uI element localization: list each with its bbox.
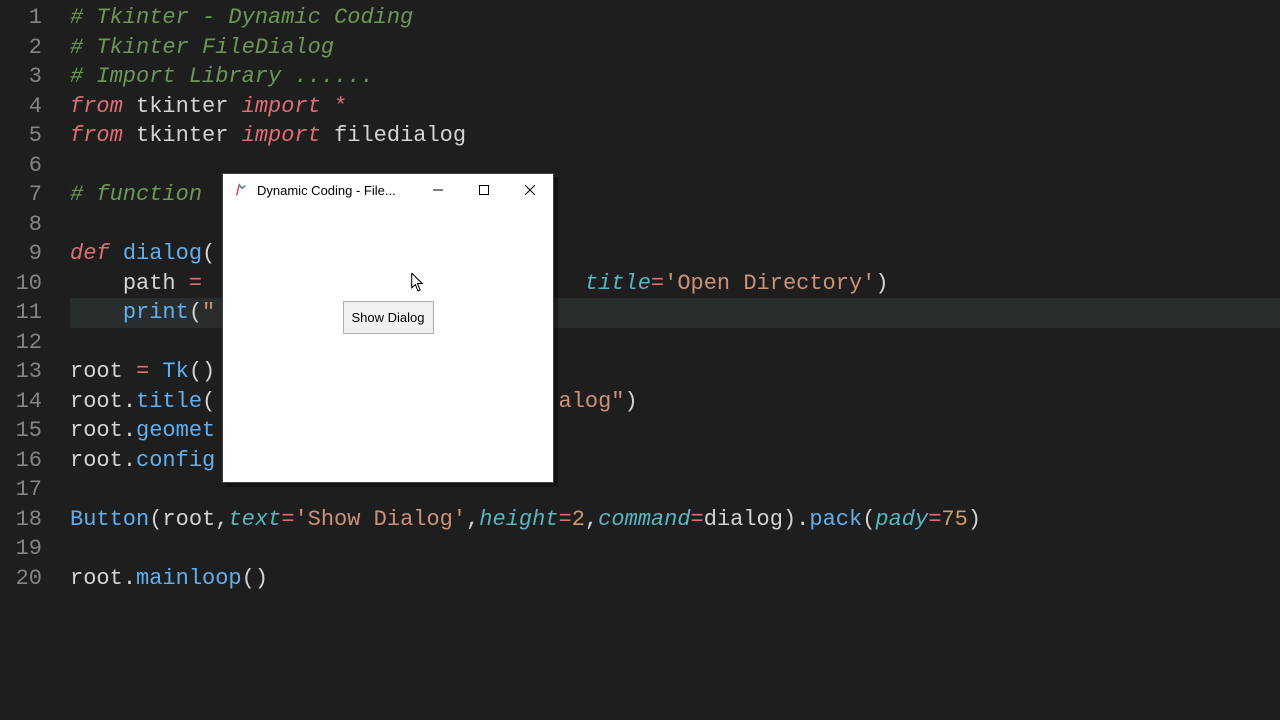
line-number-gutter: 1234567891011121314151617181920 bbox=[0, 0, 60, 720]
window-title: Dynamic Coding - File... bbox=[257, 183, 415, 198]
minimize-button[interactable] bbox=[415, 174, 461, 206]
line-number: 10 bbox=[0, 269, 42, 299]
line-number: 4 bbox=[0, 92, 42, 122]
line-number: 13 bbox=[0, 357, 42, 387]
line-number: 7 bbox=[0, 180, 42, 210]
code-line[interactable]: # Import Library ...... bbox=[70, 62, 1280, 92]
line-number: 17 bbox=[0, 475, 42, 505]
line-number: 6 bbox=[0, 151, 42, 181]
code-line[interactable]: # Tkinter FileDialog bbox=[70, 33, 1280, 63]
line-number: 16 bbox=[0, 446, 42, 476]
line-number: 2 bbox=[0, 33, 42, 63]
code-editor: 1234567891011121314151617181920 # Tkinte… bbox=[0, 0, 1280, 720]
line-number: 12 bbox=[0, 328, 42, 358]
code-line[interactable]: from tkinter import * bbox=[70, 92, 1280, 122]
line-number: 20 bbox=[0, 564, 42, 594]
line-number: 5 bbox=[0, 121, 42, 151]
code-line[interactable]: Button(root,text='Show Dialog',height=2,… bbox=[70, 505, 1280, 535]
code-line[interactable]: root.mainloop() bbox=[70, 564, 1280, 594]
show-dialog-button[interactable]: Show Dialog bbox=[343, 301, 434, 334]
line-number: 14 bbox=[0, 387, 42, 417]
python-feather-icon bbox=[233, 182, 249, 198]
window-body: Show Dialog bbox=[223, 206, 553, 482]
line-number: 8 bbox=[0, 210, 42, 240]
line-number: 15 bbox=[0, 416, 42, 446]
line-number: 19 bbox=[0, 534, 42, 564]
window-titlebar[interactable]: Dynamic Coding - File... bbox=[223, 174, 553, 206]
line-number: 11 bbox=[0, 298, 42, 328]
code-line[interactable] bbox=[70, 534, 1280, 564]
close-button[interactable] bbox=[507, 174, 553, 206]
line-number: 1 bbox=[0, 3, 42, 33]
tkinter-window: Dynamic Coding - File... Show Dialog bbox=[222, 173, 554, 483]
maximize-button[interactable] bbox=[461, 174, 507, 206]
line-number: 18 bbox=[0, 505, 42, 535]
code-line[interactable]: from tkinter import filedialog bbox=[70, 121, 1280, 151]
code-line[interactable]: # Tkinter - Dynamic Coding bbox=[70, 3, 1280, 33]
line-number: 3 bbox=[0, 62, 42, 92]
line-number: 9 bbox=[0, 239, 42, 269]
